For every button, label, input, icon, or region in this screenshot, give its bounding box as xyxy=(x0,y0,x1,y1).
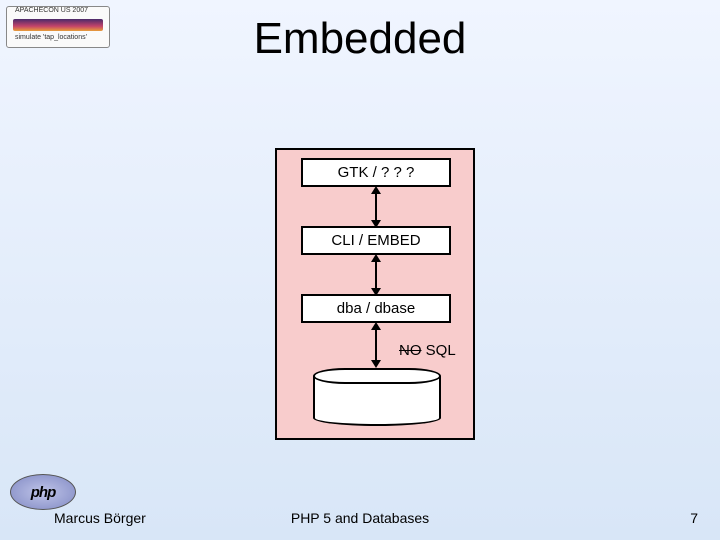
connector-2 xyxy=(375,258,377,292)
layer-gtk: GTK / ? ? ? xyxy=(301,158,451,187)
arrow-up-icon xyxy=(371,322,381,330)
php-logo-icon: php xyxy=(10,474,76,510)
slide-title: Embedded xyxy=(0,14,720,64)
layer-cli: CLI / EMBED xyxy=(301,226,451,255)
connector-3 xyxy=(375,326,377,364)
diagram-container: GTK / ? ? ? CLI / EMBED dba / dbase NO S… xyxy=(275,148,475,440)
arrow-up-icon xyxy=(371,186,381,194)
layer-dba: dba / dbase xyxy=(301,294,451,323)
connector-1 xyxy=(375,190,377,224)
footer-title: PHP 5 and Databases xyxy=(0,510,720,526)
nosql-rest: SQL xyxy=(422,342,456,359)
badge-line1: APACHECON US 2007 xyxy=(15,7,88,14)
arrow-down-icon xyxy=(371,360,381,368)
nosql-label: NO SQL xyxy=(399,342,456,359)
php-logo-text: php xyxy=(31,484,56,501)
footer-page-number: 7 xyxy=(690,510,698,526)
nosql-struck: NO xyxy=(399,342,422,359)
database-cylinder-icon xyxy=(313,368,441,426)
arrow-up-icon xyxy=(371,254,381,262)
